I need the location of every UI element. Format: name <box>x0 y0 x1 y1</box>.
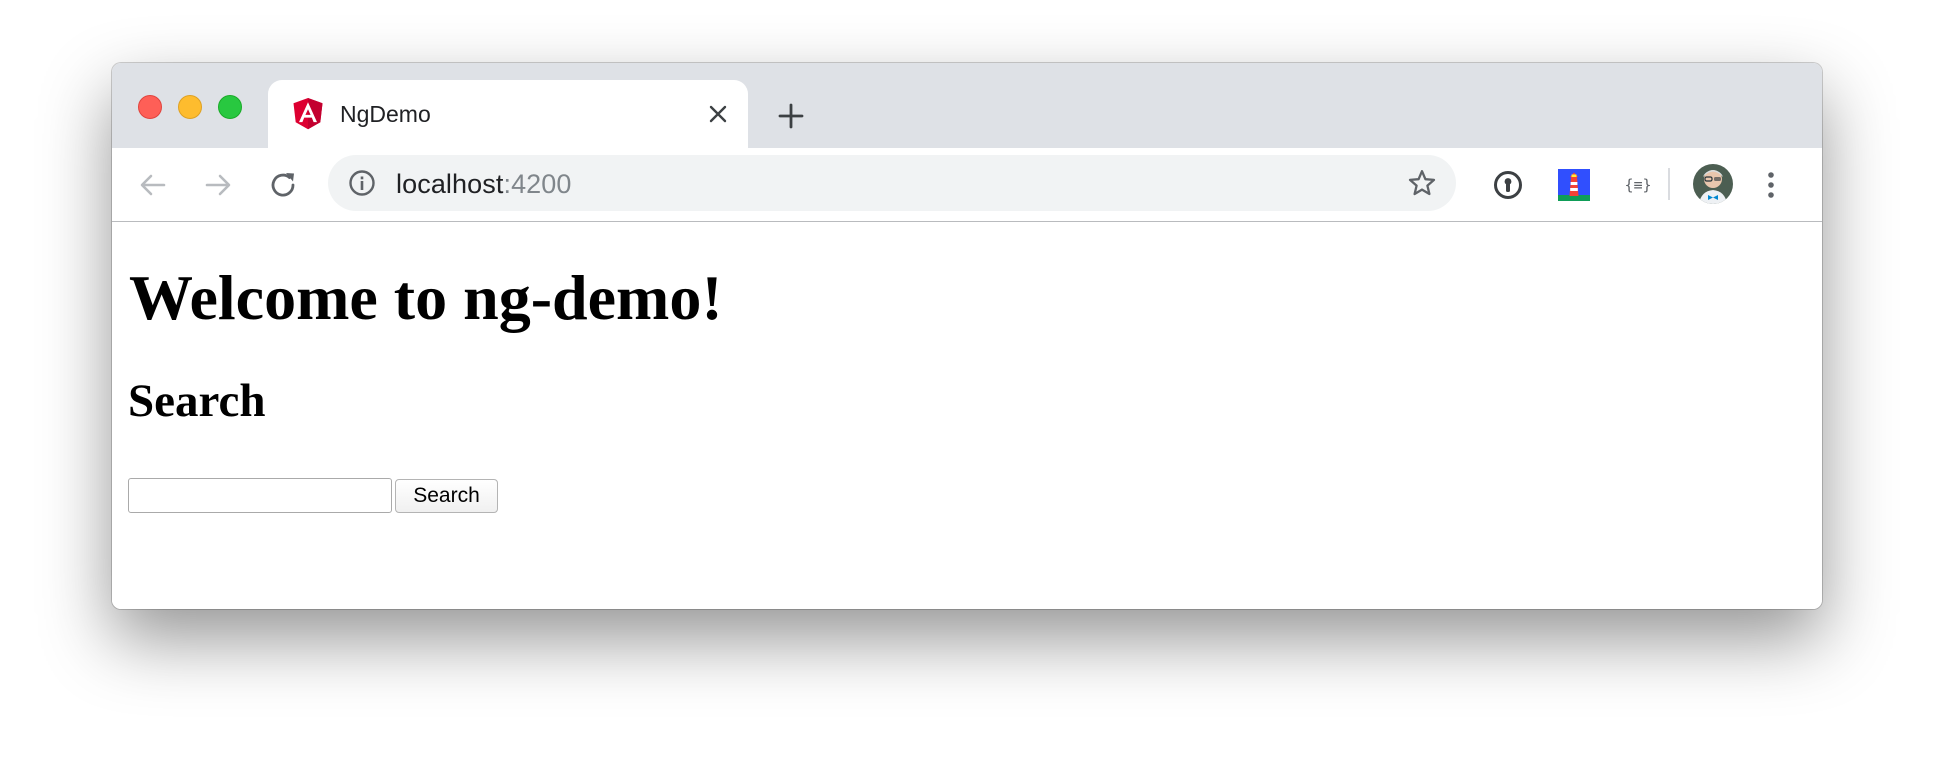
reload-button[interactable] <box>264 166 302 204</box>
url-text: localhost:4200 <box>396 169 572 199</box>
tab-title: NgDemo <box>340 101 431 127</box>
maximize-window-button[interactable] <box>218 95 242 119</box>
lighthouse-icon <box>1558 169 1590 201</box>
info-icon[interactable] <box>348 169 376 197</box>
search-heading: Search <box>128 375 266 427</box>
tab-ngdemo[interactable]: NgDemo <box>268 80 748 148</box>
keyhole-icon <box>1494 171 1522 199</box>
page-title: Welcome to ng-demo! <box>129 262 723 333</box>
minimize-window-button[interactable] <box>178 95 202 119</box>
reload-icon <box>271 173 295 197</box>
lighthouse-extension[interactable] <box>1555 166 1593 204</box>
profile-avatar[interactable] <box>1693 164 1733 204</box>
arrow-left-icon <box>140 174 166 196</box>
browser-toolbar: localhost:4200 {≡} <box>112 148 1822 222</box>
search-input[interactable] <box>128 478 392 513</box>
url-host: localhost <box>396 169 504 199</box>
address-bar[interactable]: localhost:4200 <box>328 155 1456 211</box>
arrow-right-icon <box>205 174 231 196</box>
tab-strip: NgDemo <box>112 63 1822 148</box>
search-button[interactable]: Search <box>395 479 498 513</box>
plus-icon <box>778 103 804 129</box>
star-icon[interactable] <box>1406 167 1438 199</box>
json-viewer-extension[interactable]: {≡} <box>1619 166 1657 204</box>
desktop-background: NgDemo localhost:4200 {≡} Welcome to ng-… <box>0 0 1934 768</box>
close-window-button[interactable] <box>138 95 162 119</box>
new-tab-button[interactable] <box>772 97 810 135</box>
back-button[interactable] <box>134 166 172 204</box>
browser-menu-button[interactable] <box>1752 166 1790 204</box>
password-manager-extension[interactable] <box>1489 166 1527 204</box>
page-content: Welcome to ng-demo! Search Search <box>112 222 1822 609</box>
angular-logo-icon <box>292 97 324 131</box>
close-icon[interactable] <box>704 100 732 128</box>
browser-window: NgDemo localhost:4200 {≡} Welcome to ng-… <box>112 63 1822 609</box>
toolbar-divider <box>1668 168 1670 200</box>
url-port: :4200 <box>503 169 572 199</box>
forward-button[interactable] <box>199 166 237 204</box>
vertical-dots-icon <box>1768 172 1774 198</box>
